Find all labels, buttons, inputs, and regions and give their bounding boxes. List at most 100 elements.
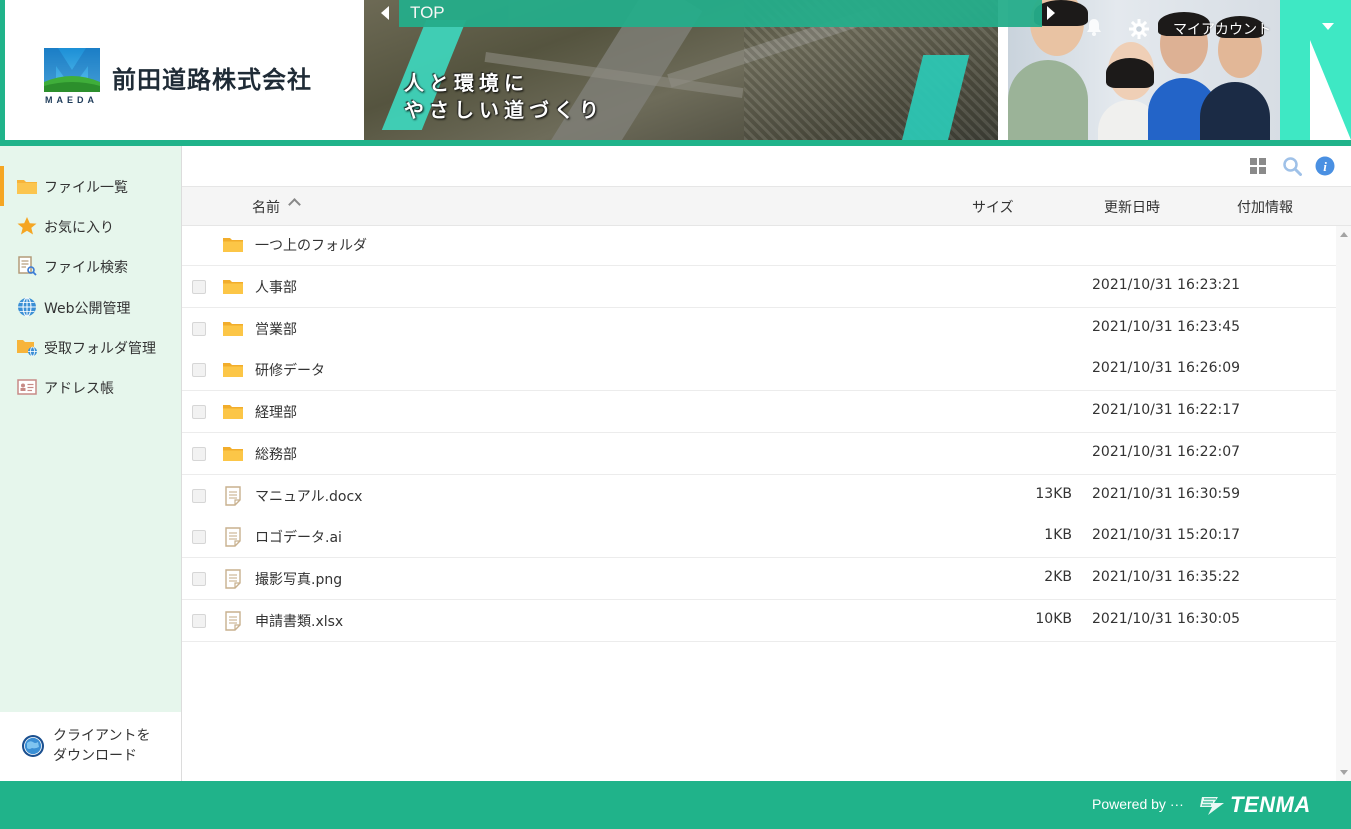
column-header-size[interactable]: サイズ <box>972 197 1014 217</box>
breadcrumb: TOP <box>399 0 1042 27</box>
folder-icon <box>223 405 243 419</box>
breadcrumb-next-icon[interactable] <box>1041 3 1061 23</box>
row-checkbox[interactable] <box>192 280 206 294</box>
slogan-line-1: 人と環境に <box>404 71 529 95</box>
parent-folder-label[interactable]: 一つ上のフォルダ <box>255 235 367 255</box>
folder-icon <box>223 322 243 336</box>
bell-icon[interactable] <box>1086 18 1102 36</box>
download-client-label: クライアントを ダウンロード <box>53 726 150 766</box>
column-header-extra: 付加情報 <box>1237 200 1293 216</box>
table-row[interactable]: 撮影写真.png 2KB 2021/10/31 16:35:22 <box>182 558 1336 600</box>
column-header-modified[interactable]: 更新日時 <box>1104 197 1160 217</box>
column-header-name[interactable]: 名前 <box>252 197 280 217</box>
file-size: 13KB <box>1035 486 1072 502</box>
file-search-icon <box>18 256 37 276</box>
scroll-down-icon[interactable] <box>1340 770 1348 775</box>
file-modified-date: 2021/10/31 16:22:17 <box>1092 402 1241 418</box>
header-decoration <box>1280 0 1351 140</box>
banner-slogan: 人と環境に やさしい道づくり <box>404 70 604 124</box>
file-modified-date: 2021/10/31 16:30:05 <box>1092 611 1241 627</box>
file-name[interactable]: 研修データ <box>255 360 325 380</box>
file-name[interactable]: 総務部 <box>255 444 297 464</box>
table-row[interactable]: 申請書類.xlsx 10KB 2021/10/31 16:30:05 <box>182 600 1336 642</box>
file-size: 2KB <box>1044 569 1072 585</box>
file-modified-date: 2021/10/31 15:20:17 <box>1092 527 1241 543</box>
maeda-logo-icon <box>44 48 100 92</box>
tenma-logo-text: TENMA <box>1230 792 1311 817</box>
file-size: 10KB <box>1035 611 1072 627</box>
grid-view-icon[interactable] <box>1248 156 1268 176</box>
sort-ascending-icon[interactable] <box>288 198 301 211</box>
table-row[interactable]: 人事部 2021/10/31 16:23:21 <box>182 266 1336 308</box>
footer: Powered by ··· TENMA <box>0 781 1351 829</box>
file-name[interactable]: 営業部 <box>255 319 297 339</box>
breadcrumb-top-link[interactable]: TOP <box>410 3 445 23</box>
breadcrumb-prev-icon[interactable] <box>376 3 396 23</box>
download-label-line-2: ダウンロード <box>53 748 137 764</box>
table-row[interactable]: 営業部 2021/10/31 16:23:45 <box>182 308 1336 350</box>
chevron-down-icon[interactable] <box>1322 23 1334 30</box>
header: MAEDA 前田道路株式会社 人と環境に やさしい道づくり TOP マイアカウン… <box>0 0 1351 146</box>
sidebar-item-address-book[interactable]: アドレス帳 <box>0 367 181 407</box>
file-modified-date: 2021/10/31 16:30:59 <box>1092 486 1241 502</box>
download-client-button[interactable]: クライアントを ダウンロード <box>0 712 181 781</box>
row-checkbox[interactable] <box>192 405 206 419</box>
sidebar-item-label: アドレス帳 <box>44 381 114 397</box>
sidebar-item-label: Web公開管理 <box>44 301 131 317</box>
slogan-line-2: やさしい道づくり <box>404 98 604 122</box>
folder-icon <box>223 363 243 377</box>
globe-icon <box>18 297 36 317</box>
table-row[interactable]: マニュアル.docx 13KB 2021/10/31 16:30:59 <box>182 475 1336 517</box>
table-row[interactable]: 研修データ 2021/10/31 16:26:09 <box>182 349 1336 391</box>
sidebar-item-file-list[interactable]: ファイル一覧 <box>0 166 181 206</box>
sidebar-item-label: ファイル一覧 <box>44 180 128 196</box>
logo-subtext: MAEDA <box>45 95 98 105</box>
svg-text:i: i <box>1323 159 1327 174</box>
file-size: 1KB <box>1044 527 1072 543</box>
company-logo[interactable]: MAEDA 前田道路株式会社 <box>44 46 334 108</box>
table-row[interactable]: 経理部 2021/10/31 16:22:17 <box>182 391 1336 433</box>
address-book-icon <box>17 379 37 395</box>
receive-folder-icon <box>17 340 37 357</box>
folder-icon <box>223 238 243 252</box>
scroll-up-icon[interactable] <box>1340 232 1348 237</box>
file-modified-date: 2021/10/31 16:26:09 <box>1092 360 1241 376</box>
file-list-panel: i 名前 サイズ 更新日時 付加情報 一つ上のフォルダ 人事部 2021/10/3… <box>182 146 1351 781</box>
parent-folder-row[interactable]: 一つ上のフォルダ <box>182 226 1336 266</box>
sidebar-item-receive-folder[interactable]: 受取フォルダ管理 <box>0 327 181 367</box>
sidebar: ファイル一覧 お気に入り ファイル検索 Web公開管理 受取フォルダ管理 アドレ… <box>0 146 182 781</box>
powered-by-label: Powered by ··· <box>1092 796 1184 812</box>
file-name[interactable]: 人事部 <box>255 277 297 297</box>
table-row[interactable]: 総務部 2021/10/31 16:22:07 <box>182 433 1336 475</box>
star-icon <box>17 217 37 235</box>
file-modified-date: 2021/10/31 16:35:22 <box>1092 569 1241 585</box>
row-checkbox[interactable] <box>192 363 206 377</box>
file-modified-date: 2021/10/31 16:23:21 <box>1092 277 1241 293</box>
download-globe-icon <box>22 735 44 757</box>
file-name[interactable]: 経理部 <box>255 402 297 422</box>
file-modified-date: 2021/10/31 16:22:07 <box>1092 444 1241 460</box>
table-header: 名前 サイズ 更新日時 付加情報 <box>182 186 1351 226</box>
sidebar-item-favorites[interactable]: お気に入り <box>0 206 181 246</box>
toolbar: i <box>182 146 1351 186</box>
folder-icon <box>223 447 243 461</box>
search-icon[interactable] <box>1282 156 1302 176</box>
file-modified-date: 2021/10/31 16:23:45 <box>1092 319 1241 335</box>
gear-icon[interactable] <box>1128 18 1150 40</box>
info-icon[interactable]: i <box>1315 156 1335 176</box>
vertical-scrollbar[interactable] <box>1336 226 1351 781</box>
table-row[interactable]: ロゴデータ.ai 1KB 2021/10/31 15:20:17 <box>182 516 1336 558</box>
folder-icon <box>223 280 243 294</box>
company-name: 前田道路株式会社 <box>112 66 312 94</box>
folder-icon <box>17 180 37 194</box>
sidebar-item-label: 受取フォルダ管理 <box>44 341 156 357</box>
tenma-logo-icon <box>1200 797 1224 815</box>
my-account-label[interactable]: マイアカウント <box>1173 19 1271 39</box>
sidebar-item-file-search[interactable]: ファイル検索 <box>0 246 181 286</box>
download-label-line-1: クライアントを <box>53 728 151 744</box>
sidebar-item-web-publish[interactable]: Web公開管理 <box>0 287 181 327</box>
row-checkbox[interactable] <box>192 447 206 461</box>
sidebar-item-label: ファイル検索 <box>44 260 128 276</box>
row-checkbox[interactable] <box>192 322 206 336</box>
header-accent <box>0 0 5 140</box>
